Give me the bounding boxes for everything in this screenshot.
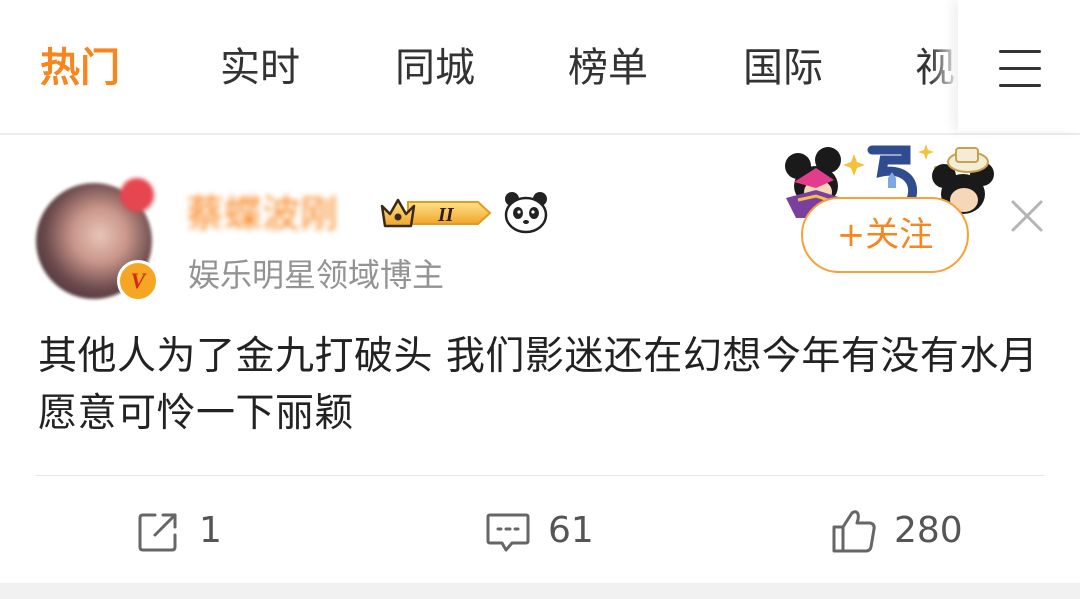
verified-badge-icon: V xyxy=(117,260,159,302)
tab-overflow-fade xyxy=(930,0,960,131)
channel-tab-bar: 热门 实时 同城 榜单 国际 视 xyxy=(0,0,1080,135)
comment-button[interactable]: 61 xyxy=(484,505,594,557)
repost-button[interactable]: 1 xyxy=(135,505,222,557)
author-verification: 娱乐明星领域博主 xyxy=(188,256,445,294)
tab-ranking[interactable]: 榜单 xyxy=(568,40,648,96)
weibo-feed-screen: 热门 实时 同城 榜单 国际 视 V 蔡蝶波刚 xyxy=(0,0,1080,599)
comment-count: 61 xyxy=(548,510,594,551)
follow-button[interactable]: +关注 xyxy=(801,197,969,273)
like-count: 280 xyxy=(894,510,963,551)
feed-separator xyxy=(0,583,1080,599)
repost-count: 1 xyxy=(199,510,222,551)
crown-icon: II xyxy=(380,198,492,228)
svg-text:II: II xyxy=(437,204,455,226)
panda-icon xyxy=(504,192,548,234)
thumbs-up-icon xyxy=(832,510,876,553)
tab-local[interactable]: 同城 xyxy=(395,40,475,96)
repost-icon xyxy=(138,513,177,552)
post-content[interactable]: 其他人为了金九打破头 我们影迷还在幻想今年有没有水月愿意可怜一下丽颖 xyxy=(38,328,1048,442)
tab-realtime[interactable]: 实时 xyxy=(220,40,300,96)
like-button[interactable]: 280 xyxy=(830,505,963,557)
tab-hot[interactable]: 热门 xyxy=(40,40,120,96)
author-name[interactable]: 蔡蝶波刚 xyxy=(186,188,338,240)
channel-menu-button[interactable] xyxy=(958,0,1080,131)
comment-icon xyxy=(486,513,530,552)
tab-international[interactable]: 国际 xyxy=(743,40,823,96)
divider xyxy=(36,475,1044,476)
close-icon[interactable] xyxy=(1007,196,1047,236)
avatar-decoration xyxy=(120,178,154,212)
